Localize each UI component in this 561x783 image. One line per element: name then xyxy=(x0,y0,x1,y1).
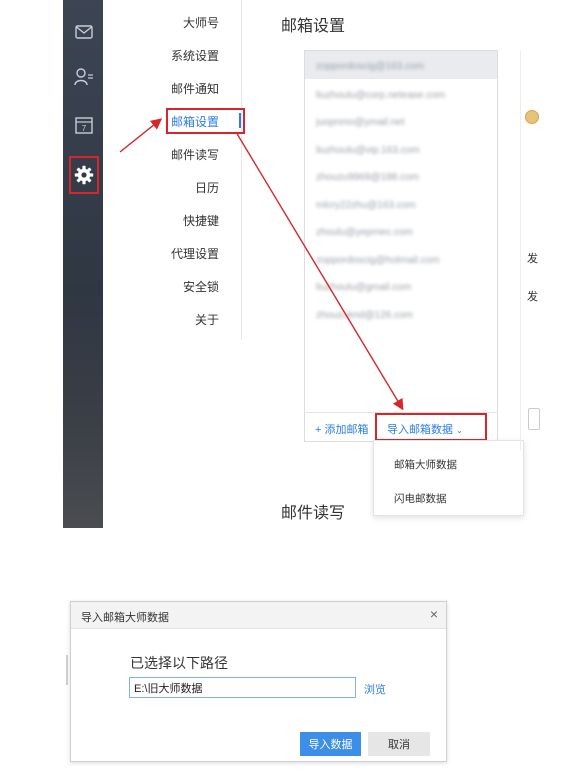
annotation-arrows xyxy=(119,118,404,411)
dialog-header: 导入邮箱大师数据 × xyxy=(71,602,446,629)
dialog-title: 导入邮箱大师数据 xyxy=(81,612,169,624)
path-input[interactable] xyxy=(129,677,356,698)
arrow-to-mailbox-settings xyxy=(119,118,163,153)
background-fragment xyxy=(66,655,68,685)
import-data-button[interactable]: 导入数据 xyxy=(300,732,361,756)
arrow-to-import-button xyxy=(235,131,404,411)
import-dialog: 导入邮箱大师数据 × 已选择以下路径 浏览 导入数据 取消 xyxy=(70,601,447,762)
close-icon[interactable]: × xyxy=(426,606,442,622)
browse-link[interactable]: 浏览 xyxy=(364,681,386,697)
cancel-button[interactable]: 取消 xyxy=(368,732,430,756)
path-prompt: 已选择以下路径 xyxy=(130,655,228,671)
